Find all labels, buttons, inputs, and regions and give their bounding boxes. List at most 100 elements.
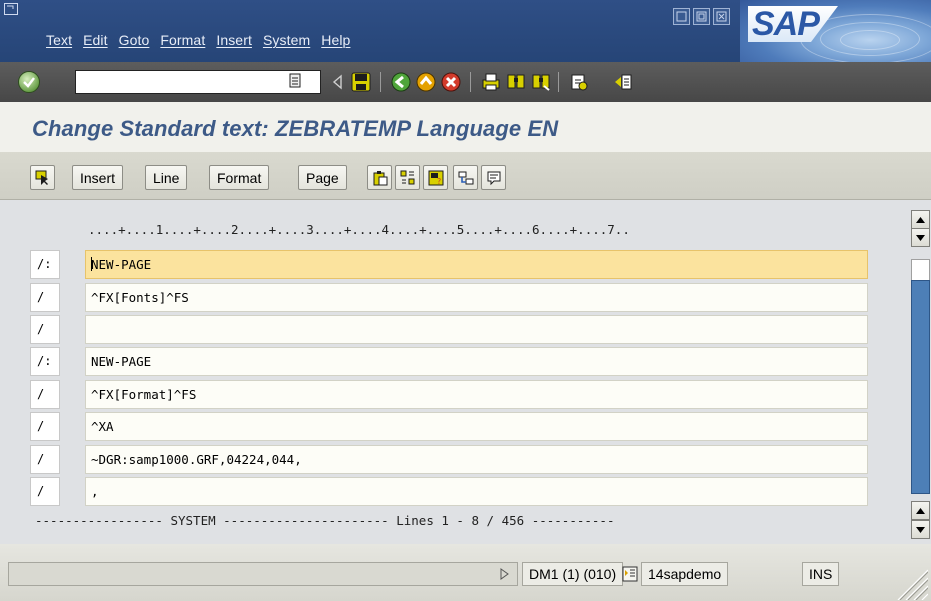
- system-menu-icon[interactable]: [4, 3, 18, 15]
- window-controls: [673, 8, 730, 25]
- find-icon: [507, 74, 525, 89]
- editor-line[interactable]: NEW-PAGE: [85, 347, 868, 376]
- system-list-icon[interactable]: [622, 566, 638, 582]
- editor-status-line: ----------------- SYSTEM ---------------…: [35, 513, 615, 528]
- close-button[interactable]: [713, 8, 730, 25]
- close-icon: [716, 11, 727, 22]
- page-down-button[interactable]: [911, 520, 930, 539]
- server-field[interactable]: 14sapdemo: [641, 562, 729, 586]
- format-column-cell[interactable]: /: [30, 315, 60, 344]
- select-button[interactable]: [30, 165, 55, 190]
- format-column-cell[interactable]: /:: [30, 250, 60, 279]
- format-button[interactable]: Format: [209, 165, 270, 190]
- checkmark-icon: [23, 77, 35, 88]
- maximize-icon: [696, 11, 707, 22]
- resize-grip-icon[interactable]: [888, 562, 928, 600]
- editor-line[interactable]: ^FX[Format]^FS: [85, 380, 868, 409]
- back-icon: [391, 72, 411, 92]
- editor-line[interactable]: [85, 315, 868, 344]
- menu-edit[interactable]: Edit: [83, 32, 108, 48]
- page-up-button[interactable]: [911, 501, 930, 520]
- expand-status-icon[interactable]: [500, 568, 510, 580]
- line-button[interactable]: Line: [145, 165, 188, 190]
- scroll-thumb[interactable]: [911, 259, 930, 281]
- editor-line[interactable]: NEW-PAGE: [85, 250, 868, 279]
- select-cursor-icon: [35, 170, 48, 185]
- symbols-icon: [400, 170, 414, 184]
- main-menu: Text Edit Goto Format Insert System Help: [46, 32, 361, 48]
- sap-logo: SAP: [740, 0, 931, 62]
- format-column-cell[interactable]: /: [30, 412, 60, 441]
- format-column-cell[interactable]: /:: [30, 347, 60, 376]
- insert-mode-field[interactable]: INS: [802, 562, 840, 586]
- ripple-decoration: [840, 30, 900, 50]
- format-column-cell[interactable]: /: [30, 380, 60, 409]
- exit-button[interactable]: [415, 71, 437, 93]
- arrow-down-icon: [916, 526, 925, 533]
- command-history-icon[interactable]: [288, 73, 302, 89]
- menu-format[interactable]: Format: [160, 32, 205, 48]
- layout-button[interactable]: [612, 71, 634, 93]
- save-icon: [351, 72, 371, 92]
- menu-goto[interactable]: Goto: [119, 32, 150, 48]
- format-column-cell[interactable]: /: [30, 283, 60, 312]
- editor-line[interactable]: ,: [85, 477, 868, 506]
- cancel-button[interactable]: [440, 71, 462, 93]
- paste-button[interactable]: [367, 165, 392, 190]
- arrow-down-icon: [916, 234, 925, 241]
- symbols-button[interactable]: [395, 165, 420, 190]
- save-button[interactable]: [350, 71, 372, 93]
- clipboard-icon: [373, 170, 387, 185]
- print-icon: [482, 73, 500, 91]
- column-ruler: ....+....1....+....2....+....3....+....4…: [88, 222, 630, 237]
- status-bar: DM1 (1) (010) 14sapdemo INS: [0, 544, 931, 601]
- scroll-track[interactable]: [911, 280, 930, 494]
- editor-line[interactable]: ~DGR:samp1000.GRF,04224,044,: [85, 445, 868, 474]
- enter-button[interactable]: [18, 71, 40, 93]
- first-page-icon: [571, 74, 588, 91]
- back-button[interactable]: [390, 71, 412, 93]
- comment-icon: [487, 171, 500, 185]
- format-column-cell[interactable]: /: [30, 477, 60, 506]
- structure-button[interactable]: [453, 165, 478, 190]
- menu-text[interactable]: Text: [46, 32, 72, 48]
- page-button[interactable]: Page: [298, 165, 347, 190]
- scroll-up-button[interactable]: [911, 210, 930, 229]
- help-text-icon: ?: [428, 170, 443, 186]
- system-info-field[interactable]: DM1 (1) (010): [522, 562, 624, 586]
- toolbar-separator: [380, 72, 381, 92]
- menu-insert[interactable]: Insert: [216, 32, 252, 48]
- standard-toolbar: [0, 62, 931, 102]
- menu-system[interactable]: System: [263, 32, 310, 48]
- vertical-scrollbar[interactable]: [910, 200, 931, 544]
- first-page-button[interactable]: [568, 71, 590, 93]
- cancel-icon: [441, 72, 461, 92]
- svg-text:?: ?: [437, 177, 441, 186]
- text-editor: ....+....1....+....2....+....3....+....4…: [0, 200, 910, 544]
- comment-button[interactable]: [481, 165, 506, 190]
- arrow-up-icon: [916, 507, 925, 514]
- arrow-up-icon: [916, 216, 925, 223]
- find-button[interactable]: [505, 71, 527, 93]
- layout-icon: [615, 74, 632, 90]
- back-nav-icon[interactable]: [327, 71, 349, 93]
- find-next-icon: [532, 74, 550, 91]
- application-toolbar: Insert Line Format Page ?: [0, 152, 931, 200]
- scroll-down-button[interactable]: [911, 228, 930, 247]
- help-text-button[interactable]: ?: [423, 165, 448, 190]
- title-area: Change Standard text: ZEBRATEMP Language…: [0, 102, 931, 152]
- menu-help[interactable]: Help: [321, 32, 350, 48]
- structure-icon: [458, 171, 473, 184]
- format-column-cell[interactable]: /: [30, 445, 60, 474]
- maximize-button[interactable]: [693, 8, 710, 25]
- minimize-button[interactable]: [673, 8, 690, 25]
- editor-line[interactable]: ^FX[Fonts]^FS: [85, 283, 868, 312]
- editor-line[interactable]: ^XA: [85, 412, 868, 441]
- find-next-button[interactable]: [530, 71, 552, 93]
- exit-icon: [416, 72, 436, 92]
- menu-bar: Text Edit Goto Format Insert System Help…: [0, 0, 931, 62]
- insert-button[interactable]: Insert: [72, 165, 124, 190]
- command-field[interactable]: [75, 70, 321, 94]
- print-button[interactable]: [480, 71, 502, 93]
- message-field: [8, 562, 518, 586]
